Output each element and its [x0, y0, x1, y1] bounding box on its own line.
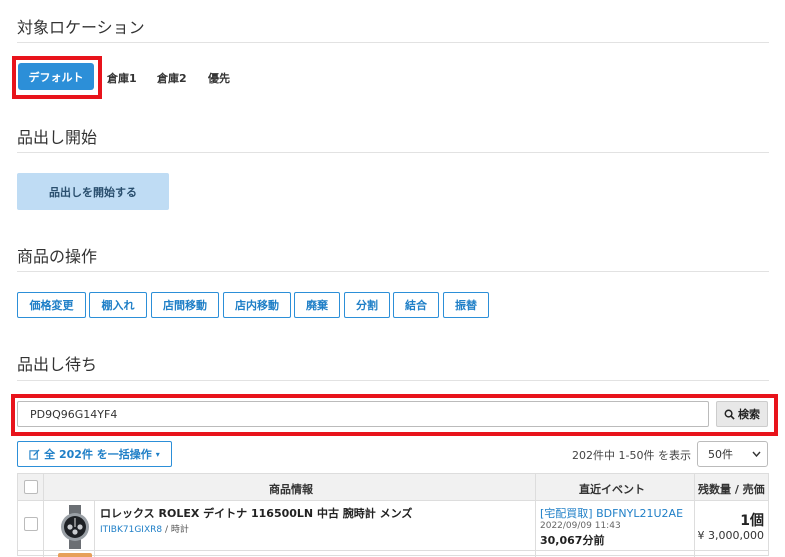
divider	[17, 380, 769, 381]
product-name: ロレックス ROLEX デイトナ 116500LN 中古 腕時計 メンズ	[100, 507, 413, 520]
chevron-down-icon	[752, 451, 761, 457]
transfer-button[interactable]: 振替	[443, 292, 489, 318]
store-transfer-button[interactable]: 店間移動	[151, 292, 219, 318]
column-divider	[694, 474, 695, 557]
merge-button[interactable]: 結合	[393, 292, 439, 318]
header-qty: 残数量 / 売価	[698, 483, 765, 496]
waiting-items-table: 商品情報 直近イベント 残数量 / 売価 ロレックス ROLEX デイトナ 11…	[17, 473, 769, 557]
event-date: 2022/09/09 11:43	[540, 521, 621, 531]
search-icon	[724, 409, 735, 420]
quantity: 1個	[740, 513, 764, 529]
next-row-thumbnail	[58, 553, 92, 557]
in-store-move-button[interactable]: 店内移動	[223, 292, 291, 318]
start-picking-button[interactable]: 品出しを開始する	[17, 173, 169, 210]
column-divider	[94, 500, 95, 557]
row-checkbox[interactable]	[24, 517, 38, 531]
column-divider	[535, 474, 536, 557]
event-link[interactable]: [宅配買取] BDFNYL21U2AE	[540, 505, 683, 521]
shelving-button[interactable]: 棚入れ	[89, 292, 147, 318]
per-page-value: 50件	[708, 448, 733, 461]
price-change-button[interactable]: 価格変更	[17, 292, 86, 318]
edit-icon	[29, 448, 40, 460]
product-category: / 時計	[164, 525, 189, 535]
location-tab-warehouse1[interactable]: 倉庫1	[107, 70, 137, 86]
bulk-operation-label: 全 202件 を一括操作	[44, 448, 152, 461]
search-input[interactable]: PD9Q96G14YF4	[17, 401, 709, 427]
select-all-checkbox[interactable]	[24, 480, 38, 494]
caret-down-icon: ▾	[155, 449, 160, 459]
header-event: 直近イベント	[579, 483, 645, 496]
section-title-waiting: 品出し待ち	[17, 355, 98, 374]
divider	[17, 271, 769, 272]
divider	[17, 152, 769, 153]
table-header	[18, 474, 768, 501]
section-title-start: 品出し開始	[17, 128, 98, 147]
product-thumbnail	[61, 505, 89, 549]
product-code-link[interactable]: ITIBK71GIXR8	[100, 525, 162, 535]
header-product: 商品情報	[269, 483, 313, 496]
location-tab-priority[interactable]: 優先	[208, 70, 230, 86]
product-meta: ITIBK71GIXR8 / 時計	[100, 522, 189, 535]
location-tab-warehouse2[interactable]: 倉庫2	[157, 70, 187, 86]
row-divider	[18, 550, 768, 551]
split-button[interactable]: 分割	[344, 292, 390, 318]
search-button[interactable]: 検索	[716, 401, 768, 427]
per-page-select[interactable]: 50件	[697, 441, 768, 467]
pager-summary: 202件中 1-50件 を表示	[572, 449, 691, 462]
section-title-operations: 商品の操作	[17, 247, 98, 266]
divider	[17, 42, 769, 43]
location-tab-default[interactable]: デフォルト	[18, 63, 94, 90]
search-button-label: 検索	[738, 408, 760, 421]
dispose-button[interactable]: 廃棄	[294, 292, 340, 318]
price: ¥ 3,000,000	[697, 529, 764, 542]
column-divider	[43, 474, 44, 557]
section-title-location: 対象ロケーション	[17, 18, 145, 37]
event-elapsed: 30,067分前	[540, 534, 605, 547]
bulk-operation-button[interactable]: 全 202件 を一括操作 ▾	[17, 441, 172, 467]
